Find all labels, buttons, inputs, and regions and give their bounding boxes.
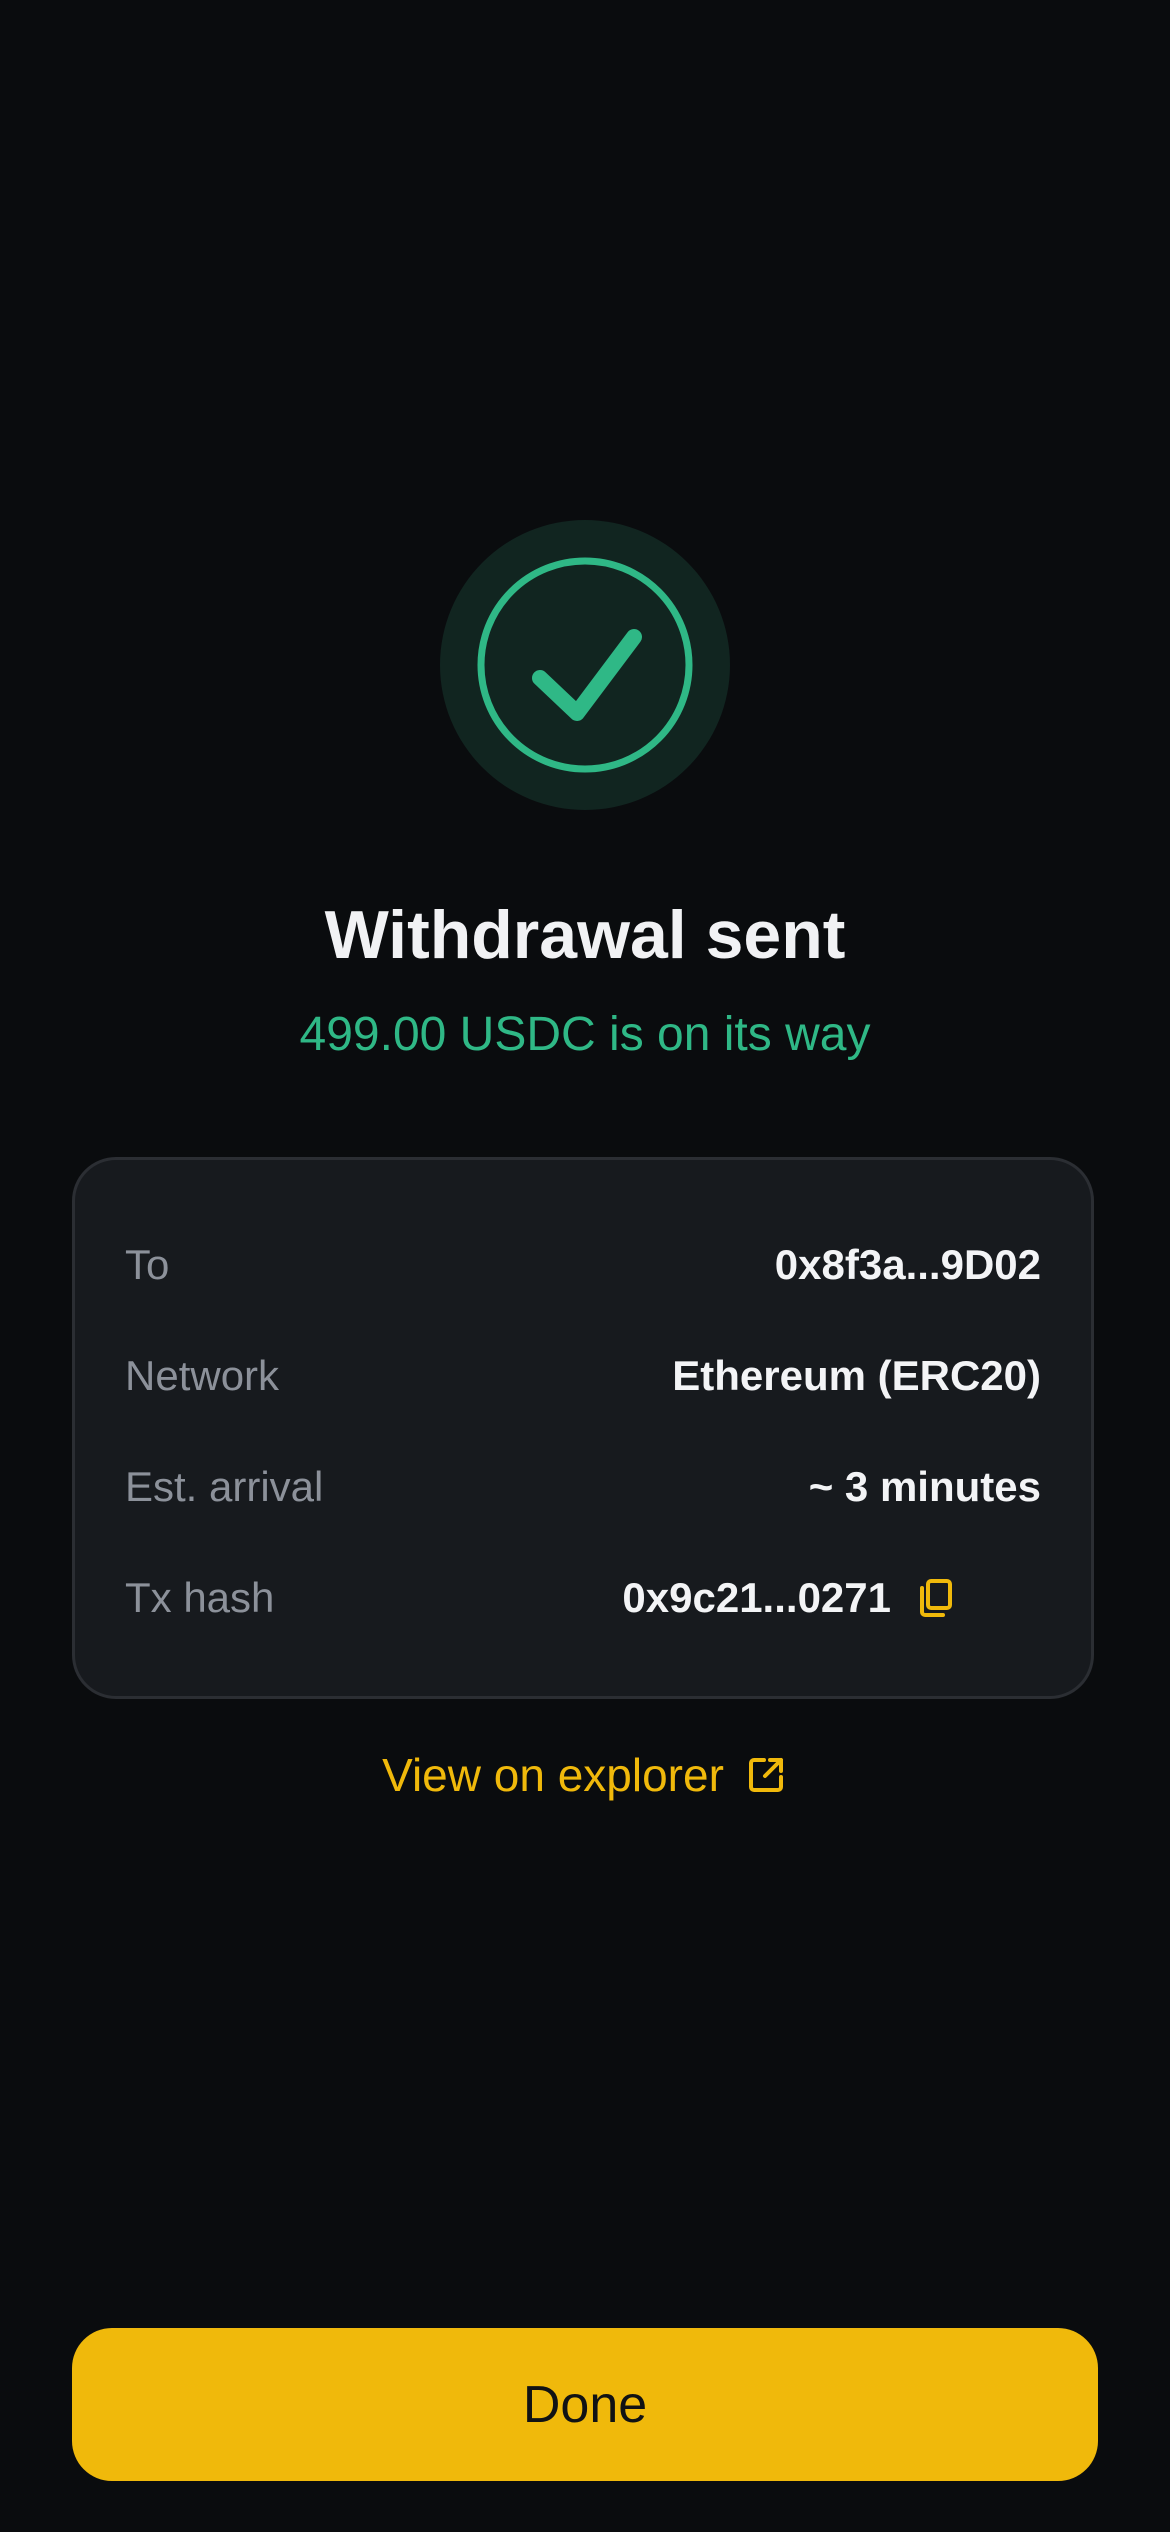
detail-value-arrival: ~ 3 minutes (808, 1463, 1041, 1510)
view-on-explorer-link[interactable]: View on explorer (0, 1745, 1170, 1805)
detail-label-arrival: Est. arrival (125, 1463, 324, 1510)
check-circle-icon (477, 557, 693, 773)
done-button[interactable]: Done (72, 2328, 1098, 2481)
detail-row-to: To 0x8f3a...9D02 (125, 1230, 1041, 1300)
detail-label-to: To (125, 1241, 170, 1288)
success-badge (440, 520, 730, 810)
detail-label-network: Network (125, 1352, 280, 1399)
tx-hash-group: 0x9c21...0271 (622, 1574, 959, 1622)
status-subtitle: 499.00 USDC is on its way (299, 1008, 871, 1061)
detail-value-network: Ethereum (ERC20) (672, 1352, 1041, 1399)
page-title: Withdrawal sent (324, 897, 846, 973)
detail-row-tx-hash: Tx hash 0x9c21...0271 (125, 1563, 1041, 1633)
detail-row-network: Network Ethereum (ERC20) (125, 1341, 1041, 1411)
detail-row-arrival: Est. arrival ~ 3 minutes (125, 1452, 1041, 1522)
view-on-explorer-label: View on explorer (382, 1749, 724, 1801)
detail-value-tx-hash: 0x9c21...0271 (622, 1574, 891, 1621)
external-link-icon (744, 1753, 788, 1797)
detail-value-to: 0x8f3a...9D02 (774, 1241, 1041, 1288)
copy-icon[interactable] (915, 1576, 959, 1620)
detail-label-tx-hash: Tx hash (125, 1574, 275, 1621)
details-card: To 0x8f3a...9D02 Network Ethereum (ERC20… (72, 1157, 1094, 1699)
